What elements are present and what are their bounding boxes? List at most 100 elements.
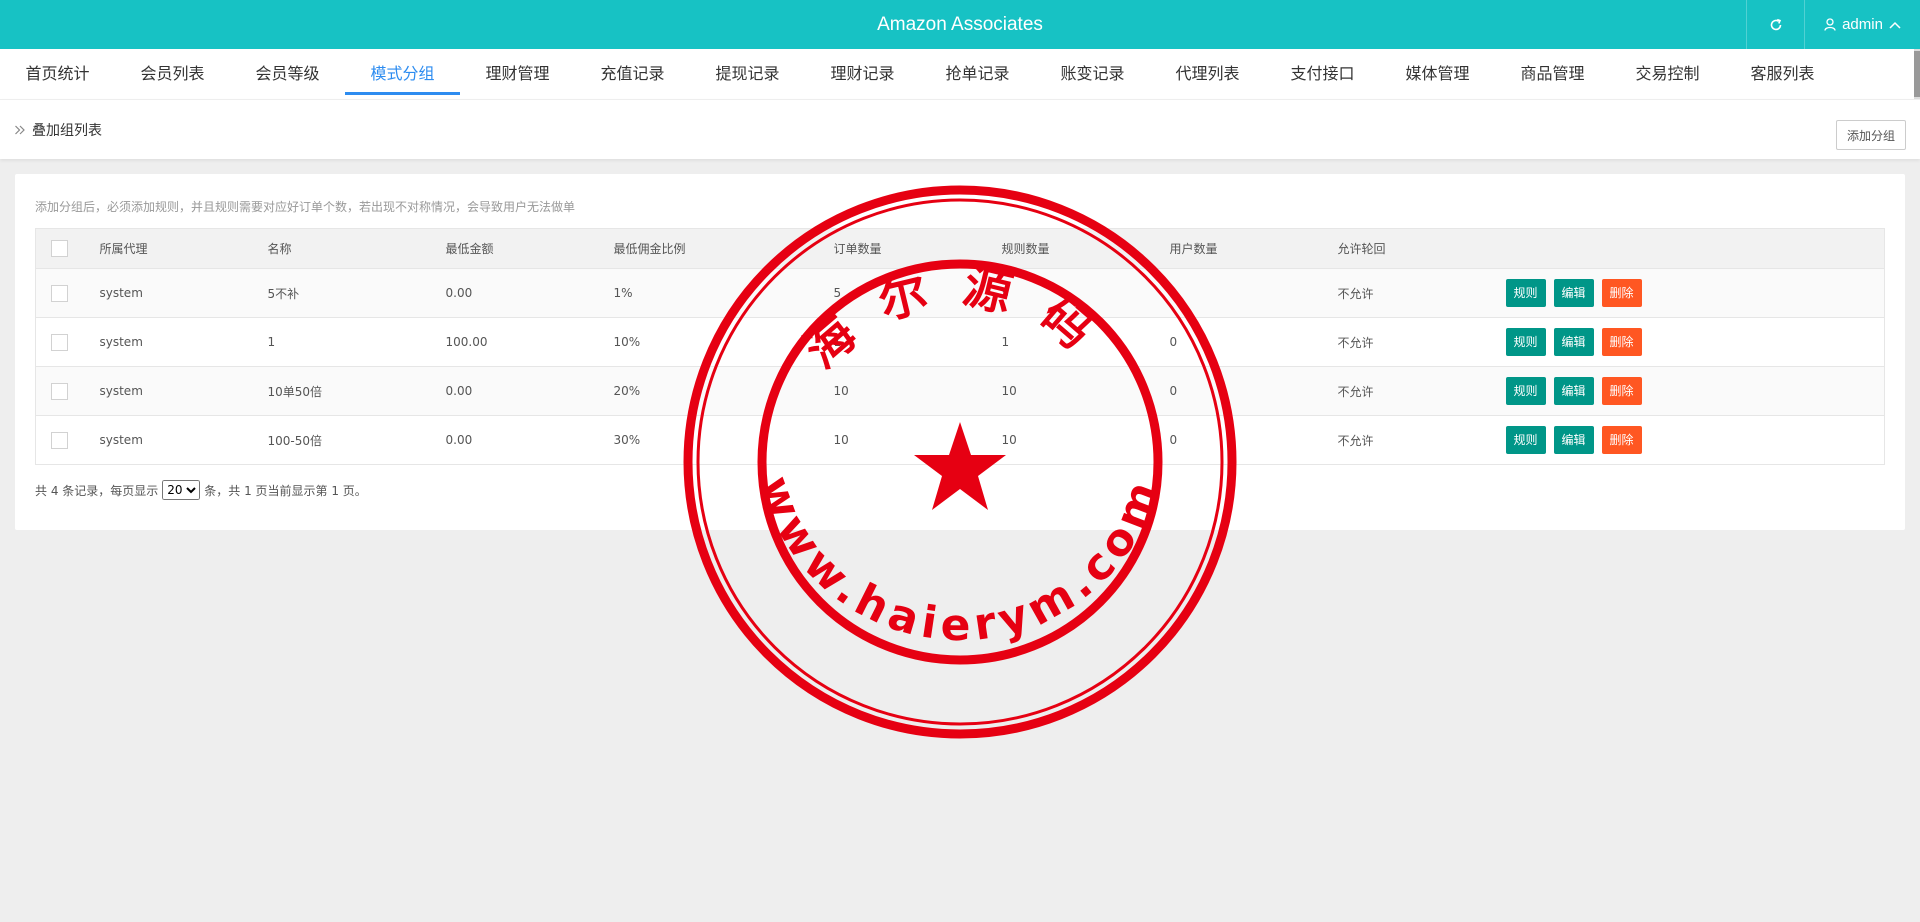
delete-button[interactable]: 删除 xyxy=(1601,328,1642,356)
tab-15[interactable]: 客服列表 xyxy=(1725,49,1840,95)
refresh-icon xyxy=(1770,18,1781,30)
table-cell: 0 xyxy=(1169,317,1338,367)
double-chevron-right-icon xyxy=(15,125,25,135)
main-nav: 首页统计 会员列表 会员等级 模式分组 理财管理 充值记录 提现记录 理财记录 抢单记录 账变记录… xyxy=(0,49,1920,99)
tab-11[interactable]: 支付接口 xyxy=(1265,49,1380,95)
row-actions: 规则 编辑 删除 xyxy=(1505,415,1885,465)
col-min-amount: 最低金额 xyxy=(445,228,614,269)
table-cell: 10 xyxy=(833,415,1002,465)
content-card: 添加分组后，必须添加规则，并且规则需要对应好订单个数，若出现不对称情况，会导致用… xyxy=(15,174,1905,530)
table-cell: 1 xyxy=(267,317,446,367)
col-user-count: 用户数量 xyxy=(1169,228,1338,269)
table-cell: 10 xyxy=(1001,415,1170,465)
col-agent: 所属代理 xyxy=(99,228,268,269)
table-cell: 100.00 xyxy=(445,317,614,367)
rule-button[interactable]: 规则 xyxy=(1505,426,1546,454)
edit-button[interactable]: 编辑 xyxy=(1553,328,1594,356)
tab-10[interactable]: 代理列表 xyxy=(1150,49,1265,95)
tab-6[interactable]: 提现记录 xyxy=(690,49,805,95)
col-actions xyxy=(1505,228,1885,269)
tab-7[interactable]: 理财记录 xyxy=(805,49,920,95)
user-icon xyxy=(1824,18,1836,31)
pagination: 共 4 条记录，每页显示 20 条，共 1 页当前显示第 1 页。 xyxy=(35,480,367,500)
table-cell: 不允许 xyxy=(1337,317,1506,367)
user-name: admin xyxy=(1842,16,1883,33)
breadcrumb-label: 叠加组列表 xyxy=(32,123,102,139)
chevron-up-icon xyxy=(1889,21,1901,29)
table-cell: 0 xyxy=(1169,268,1338,318)
col-rule-count: 规则数量 xyxy=(1001,228,1170,269)
select-all-checkbox[interactable] xyxy=(51,240,68,257)
tab-0[interactable]: 首页统计 xyxy=(0,49,115,95)
table-cell: system xyxy=(99,366,268,416)
tab-12[interactable]: 媒体管理 xyxy=(1380,49,1495,95)
table-cell: 1 xyxy=(833,317,1002,367)
table-cell: system xyxy=(99,415,268,465)
row-actions: 规则 编辑 删除 xyxy=(1505,317,1885,367)
rule-button[interactable]: 规则 xyxy=(1505,377,1546,405)
table-row: system 5不补 0.00 1% 5 5 0 不允许 规则 编辑 删除 xyxy=(35,268,1885,318)
tab-8[interactable]: 抢单记录 xyxy=(920,49,1035,95)
group-table: 所属代理 名称 最低金额 最低佣金比例 订单数量 规则数量 用户数量 允许轮回 … xyxy=(35,228,1885,465)
breadcrumb: 叠加组列表 xyxy=(14,100,102,160)
col-min-commission: 最低佣金比例 xyxy=(613,228,834,269)
page-size-select[interactable]: 20 xyxy=(162,480,201,500)
pager-prefix: 共 4 条记录，每页显示 xyxy=(35,483,159,498)
table-cell: 0.00 xyxy=(445,268,614,318)
table-cell: 不允许 xyxy=(1337,268,1506,318)
rule-button[interactable]: 规则 xyxy=(1505,328,1546,356)
tab-3[interactable]: 模式分组 xyxy=(345,49,460,95)
app-title: Amazon Associates xyxy=(877,14,1043,35)
table-cell: 10单50倍 xyxy=(267,366,446,416)
table-cell: 1% xyxy=(613,268,834,318)
tab-14[interactable]: 交易控制 xyxy=(1610,49,1725,95)
row-checkbox[interactable] xyxy=(51,382,68,400)
tab-4[interactable]: 理财管理 xyxy=(460,49,575,95)
table-cell: 30% xyxy=(613,415,834,465)
tab-5[interactable]: 充值记录 xyxy=(575,49,690,95)
table-cell: 10% xyxy=(613,317,834,367)
add-group-button[interactable]: 添加分组 xyxy=(1836,120,1906,150)
col-name: 名称 xyxy=(267,228,446,269)
table-row: system 1 100.00 10% 1 1 0 不允许 规则 编辑 删除 xyxy=(35,317,1885,367)
table-cell: 5不补 xyxy=(267,268,446,318)
table-cell: 5 xyxy=(1001,268,1170,318)
row-checkbox[interactable] xyxy=(51,333,68,351)
edit-button[interactable]: 编辑 xyxy=(1553,279,1594,307)
col-order-count: 订单数量 xyxy=(833,228,1002,269)
table-cell: 0.00 xyxy=(445,366,614,416)
col-allow-cycle: 允许轮回 xyxy=(1337,228,1506,269)
table-header-row: 所属代理 名称 最低金额 最低佣金比例 订单数量 规则数量 用户数量 允许轮回 xyxy=(35,228,1885,269)
table-cell: 100-50倍 xyxy=(267,415,446,465)
edit-button[interactable]: 编辑 xyxy=(1553,426,1594,454)
table-cell: 5 xyxy=(833,268,1002,318)
table-cell: 不允许 xyxy=(1337,415,1506,465)
hint-text: 添加分组后，必须添加规则，并且规则需要对应好订单个数，若出现不对称情况，会导致用… xyxy=(35,200,576,214)
table-cell: system xyxy=(99,317,268,367)
row-actions: 规则 编辑 删除 xyxy=(1505,268,1885,318)
tab-2[interactable]: 会员等级 xyxy=(230,49,345,95)
table-cell: 不允许 xyxy=(1337,366,1506,416)
delete-button[interactable]: 删除 xyxy=(1601,279,1642,307)
table-cell: 10 xyxy=(833,366,1002,416)
page-scrollbar[interactable] xyxy=(1914,49,1920,99)
tab-9[interactable]: 账变记录 xyxy=(1035,49,1150,95)
row-checkbox[interactable] xyxy=(51,431,68,449)
pager-suffix: 条，共 1 页当前显示第 1 页。 xyxy=(204,483,367,498)
table-cell: 20% xyxy=(613,366,834,416)
user-menu[interactable]: admin xyxy=(1804,0,1920,49)
tab-1[interactable]: 会员列表 xyxy=(115,49,230,95)
delete-button[interactable]: 删除 xyxy=(1601,426,1642,454)
breadcrumb-bar: 叠加组列表 添加分组 xyxy=(0,99,1920,159)
refresh-button[interactable] xyxy=(1746,0,1804,49)
tab-13[interactable]: 商品管理 xyxy=(1495,49,1610,95)
delete-button[interactable]: 删除 xyxy=(1601,377,1642,405)
rule-button[interactable]: 规则 xyxy=(1505,279,1546,307)
edit-button[interactable]: 编辑 xyxy=(1553,377,1594,405)
table-row: system 10单50倍 0.00 20% 10 10 0 不允许 规则 编辑 删除 xyxy=(35,366,1885,416)
table-cell: 1 xyxy=(1001,317,1170,367)
row-checkbox[interactable] xyxy=(51,284,68,302)
table-cell: system xyxy=(99,268,268,318)
table-row: system 100-50倍 0.00 30% 10 10 0 不允许 规则 编辑 删除 xyxy=(35,415,1885,465)
table-cell: 0.00 xyxy=(445,415,614,465)
